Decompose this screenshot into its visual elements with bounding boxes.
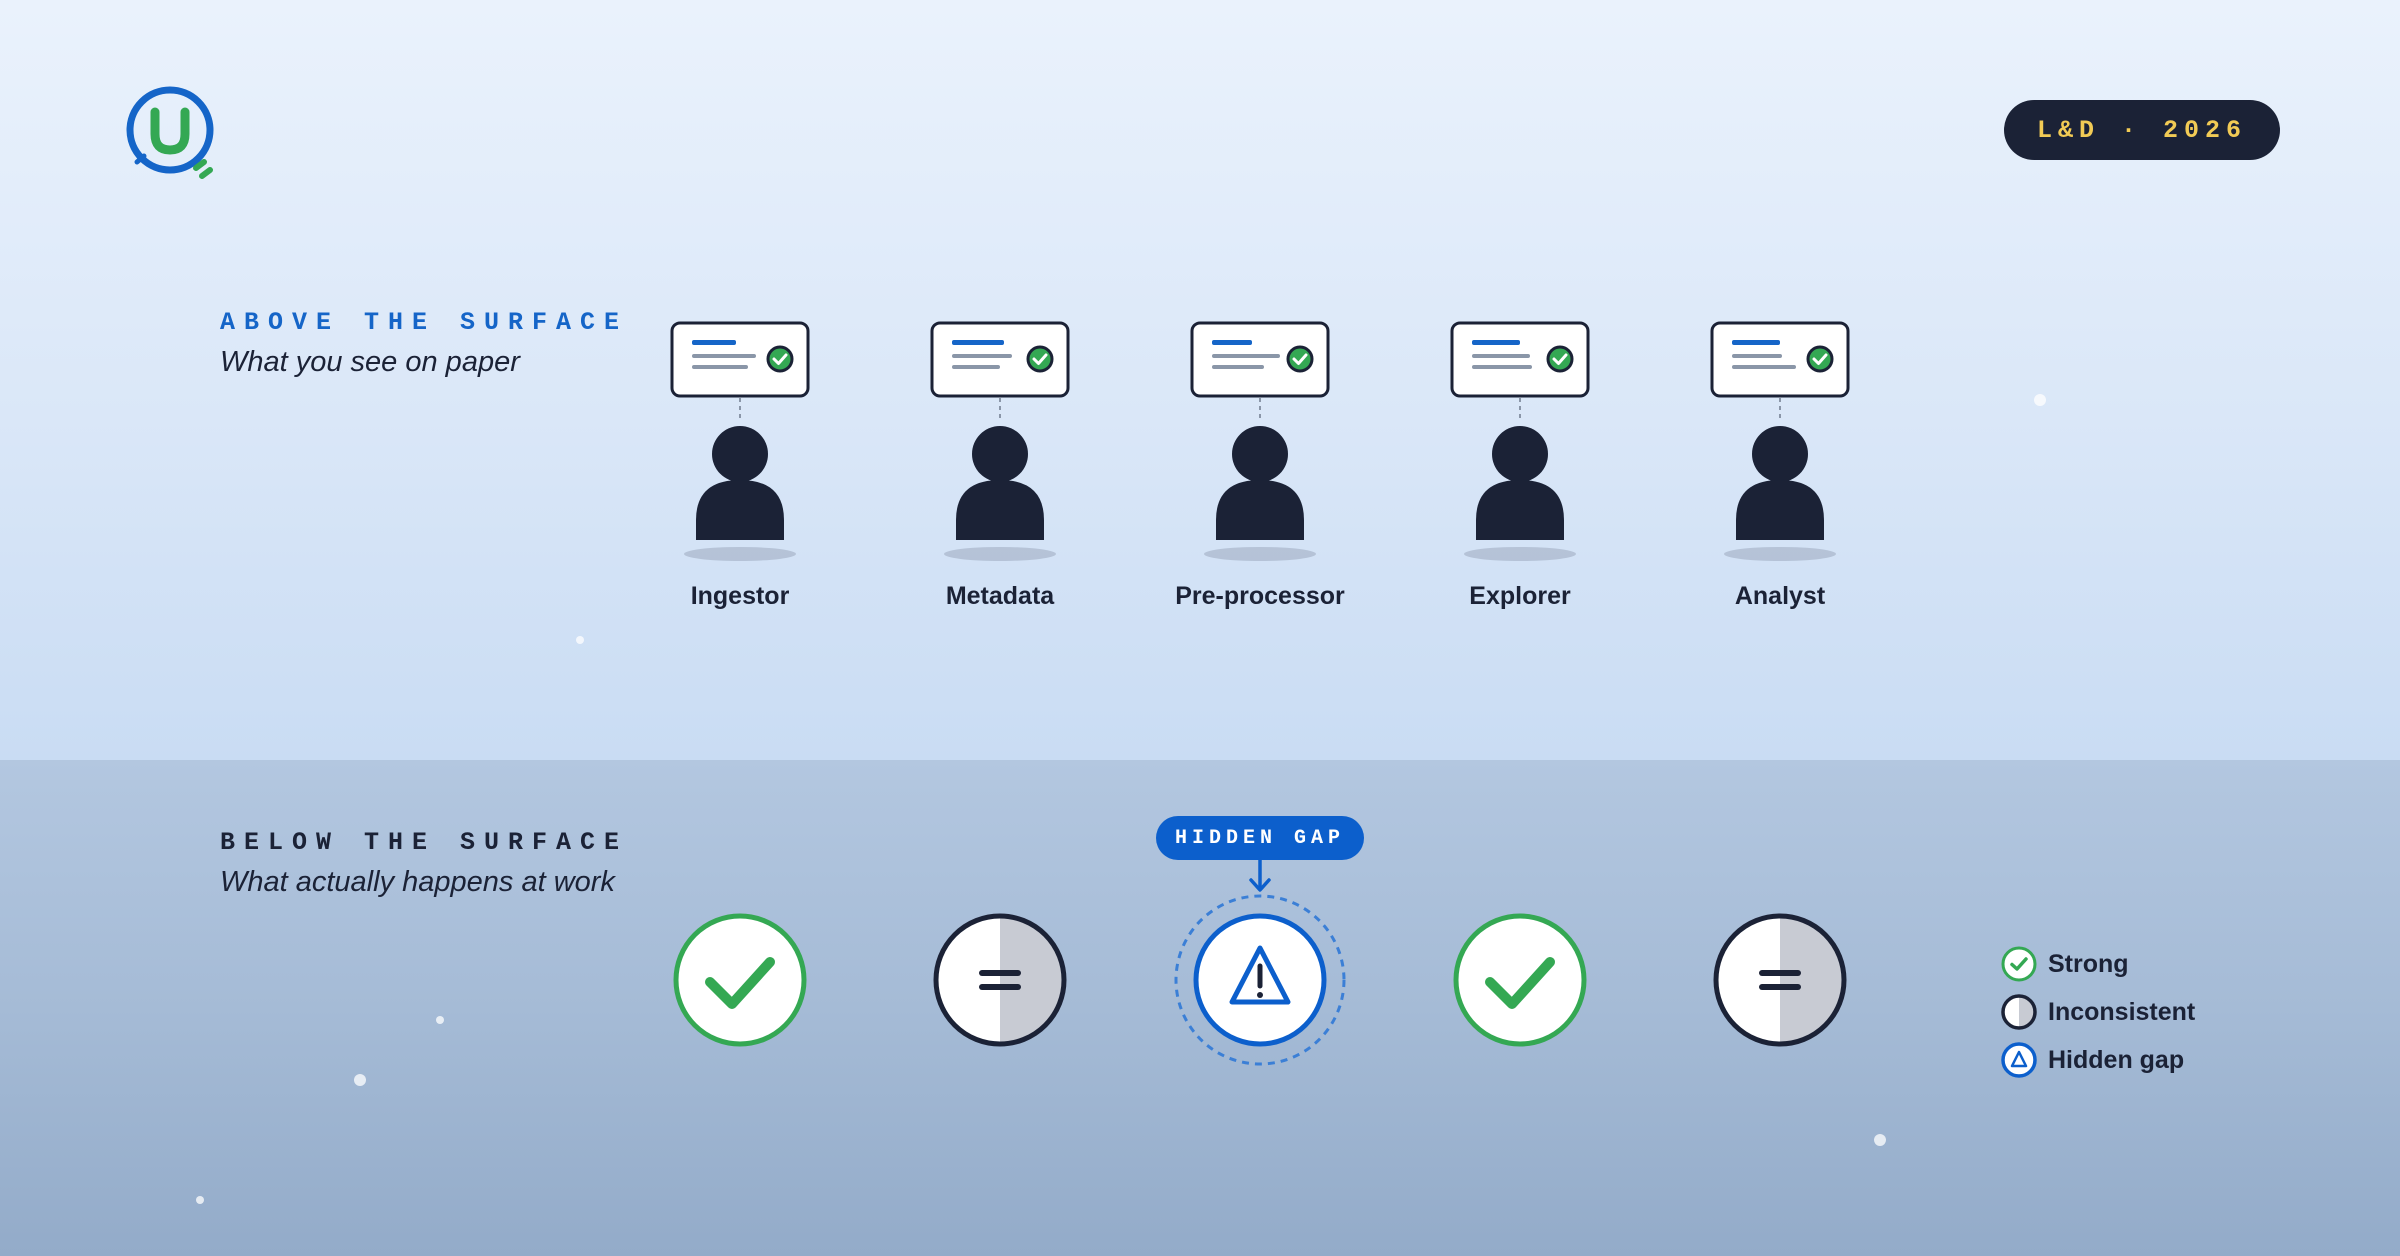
legend-label: Hidden gap [2048, 1045, 2185, 1074]
above-surface-subtitle: What you see on paper [220, 346, 520, 378]
legend: Strong Inconsistent Hidden gap [2000, 940, 2260, 1084]
person-with-card-icon [1190, 321, 1330, 561]
check-icon [1453, 913, 1587, 1047]
year-badge: L&D · 2026 [2004, 100, 2280, 160]
bubble [354, 1074, 366, 1086]
person-with-card-icon [1710, 321, 1850, 561]
above-surface-label: ABOVE THE SURFACE [220, 308, 629, 337]
half-circle-icon [1713, 913, 1847, 1047]
role-name: Explorer [1469, 582, 1571, 610]
role-pre-processor: Pre-processor [1130, 320, 1390, 620]
warning-icon [2001, 1042, 2037, 1078]
legend-item-inconsistent: Inconsistent [2000, 988, 2260, 1036]
badge-text: L&D · 2026 [2036, 115, 2248, 145]
status-hidden-gap-pre-processor [1170, 890, 1350, 1070]
status-strong-explorer [1450, 910, 1590, 1050]
person-with-card-icon [670, 321, 810, 561]
role-name: Metadata [945, 582, 1055, 610]
arrow-down-icon [1249, 858, 1271, 892]
legend-item-hidden-gap: Hidden gap [2000, 1036, 2260, 1084]
person-with-card-icon [930, 321, 1070, 561]
bubble [576, 636, 584, 644]
logo-icon [126, 86, 214, 179]
hidden-gap-callout: HIDDEN GAP [1156, 816, 1364, 860]
bubble [1874, 1134, 1886, 1146]
below-surface-label: BELOW THE SURFACE [220, 828, 629, 857]
bubble [2034, 394, 2046, 406]
person-with-card-icon [1450, 321, 1590, 561]
half-circle-icon [2001, 994, 2037, 1030]
check-icon [2001, 946, 2037, 982]
role-name: Ingestor [690, 582, 790, 610]
hidden-gap-callout-text: HIDDEN GAP [1174, 826, 1346, 850]
role-analyst: Analyst [1650, 320, 1910, 620]
role-name: Analyst [1734, 582, 1826, 610]
bubble [196, 1196, 204, 1204]
status-inconsistent-analyst [1710, 910, 1850, 1050]
warning-icon [1174, 894, 1346, 1066]
status-strong-ingestor [670, 910, 810, 1050]
role-explorer: Explorer [1390, 320, 1650, 620]
check-icon [673, 913, 807, 1047]
bubble [436, 1016, 444, 1024]
legend-item-strong: Strong [2000, 940, 2260, 988]
role-name: Pre-processor [1175, 582, 1345, 610]
legend-label: Inconsistent [2048, 997, 2196, 1026]
role-metadata: Metadata [870, 320, 1130, 620]
legend-label: Strong [2048, 949, 2129, 978]
below-surface-subtitle: What actually happens at work [220, 866, 615, 898]
status-inconsistent-metadata [930, 910, 1070, 1050]
half-circle-icon [933, 913, 1067, 1047]
role-ingestor: Ingestor [610, 320, 870, 620]
